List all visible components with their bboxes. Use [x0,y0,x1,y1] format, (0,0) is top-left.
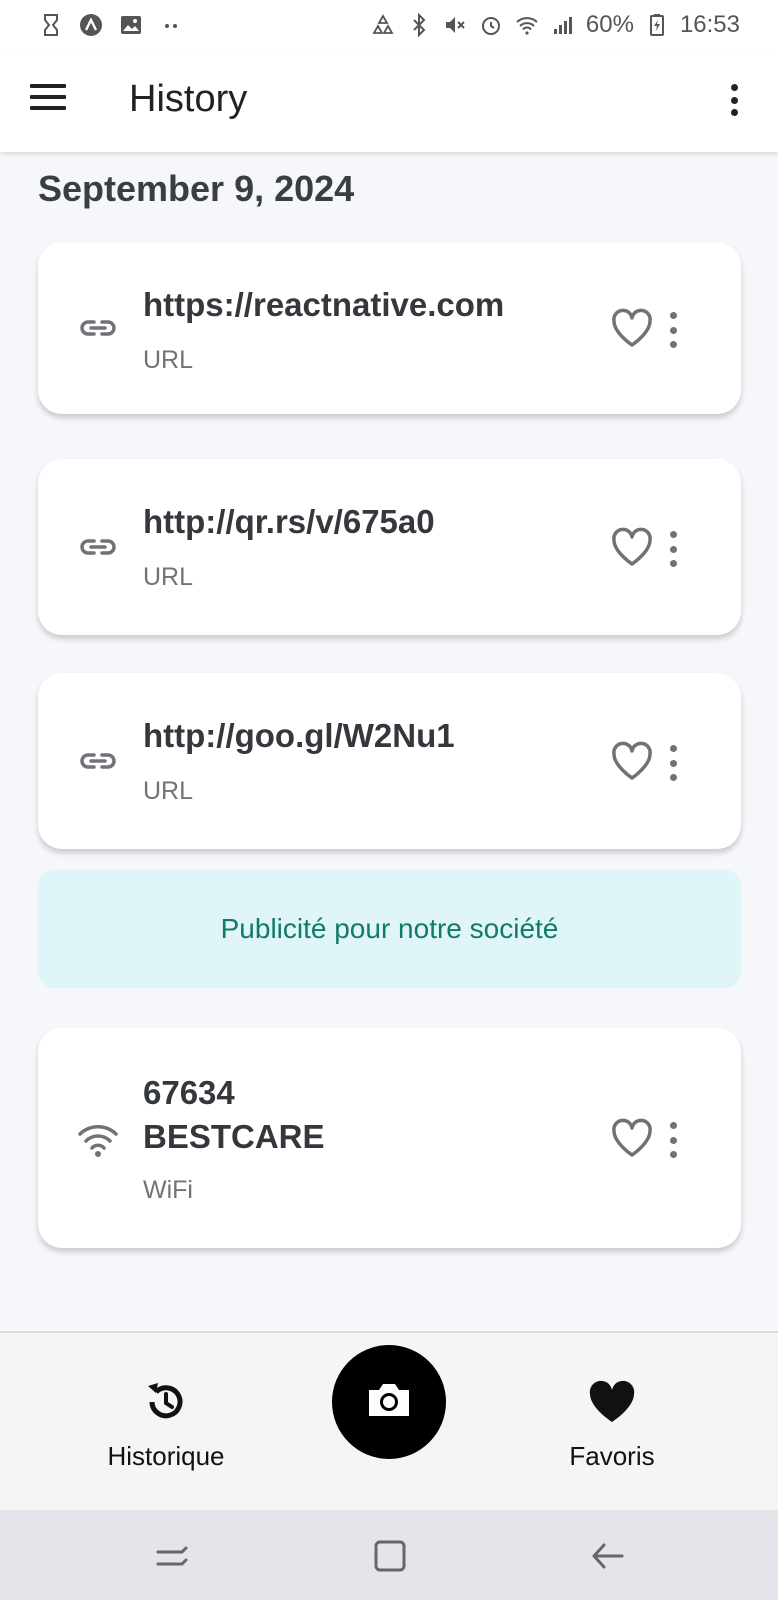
item-more-icon[interactable] [666,1122,680,1158]
more-notifications-icon [158,12,184,38]
history-item-title: http://goo.gl/W2Nu1 [143,717,455,754]
wifi-icon [76,1118,120,1162]
favorite-heart-icon[interactable] [610,308,654,348]
hourglass-icon [38,12,64,38]
recent-apps-icon[interactable] [152,1536,192,1576]
ad-banner-text: Publicité pour notre société [220,913,559,944]
history-item-type: URL [143,777,194,805]
date-header: September 9, 2024 [38,168,355,209]
history-item-title-line2: BESTCARE [143,1118,325,1155]
history-item-type: WiFi [143,1176,193,1204]
overflow-menu-icon[interactable] [724,80,744,120]
history-item[interactable]: http://qr.rs/v/675a0 URL [38,459,741,635]
history-item[interactable]: 67634 BESTCARE WiFi [38,1028,741,1248]
bluetooth-icon [406,12,432,38]
link-icon [76,306,120,350]
item-more-icon[interactable] [666,745,680,781]
history-item[interactable]: https://reactnative.com URL [38,242,741,414]
battery-percent: 60% [585,11,634,38]
alarm-icon [478,12,504,38]
tab-history[interactable]: Historique [96,1380,236,1472]
system-nav-bar [0,1510,778,1600]
tab-favorites-label: Favoris [569,1441,655,1471]
scan-camera-button[interactable] [332,1345,446,1459]
battery-icon [644,12,670,38]
history-item-title: https://reactnative.com [143,286,505,323]
app-notification-icon [78,12,104,38]
signal-icon [550,12,576,38]
tab-favorites[interactable]: Favoris [550,1380,674,1472]
favorite-heart-icon[interactable] [610,741,654,781]
link-icon [76,525,120,569]
wifi-status-icon [514,12,540,38]
item-more-icon[interactable] [666,312,680,348]
mute-icon [442,12,468,38]
tab-history-label: Historique [107,1441,225,1471]
status-bar: 60% 16:53 [0,0,778,50]
history-item-title-line1: 67634 [143,1074,235,1111]
camera-icon [365,1380,413,1425]
history-item-type: URL [143,346,194,374]
favorite-heart-icon[interactable] [610,1118,654,1158]
heart-filled-icon [588,1380,636,1429]
home-icon[interactable] [370,1536,410,1576]
link-icon [76,739,120,783]
history-icon [144,1380,188,1429]
favorite-heart-icon[interactable] [610,527,654,567]
back-icon[interactable] [588,1536,628,1576]
item-more-icon[interactable] [666,531,680,567]
page-title: History [129,78,248,120]
clock: 16:53 [679,11,740,38]
ad-banner[interactable]: Publicité pour notre société [38,870,741,988]
recycle-icon [370,12,396,38]
menu-icon[interactable] [30,84,66,112]
history-item[interactable]: http://goo.gl/W2Nu1 URL [38,673,741,849]
app-bar: History [0,50,778,152]
history-item-title: http://qr.rs/v/675a0 [143,503,435,540]
image-icon [118,12,144,38]
history-item-type: URL [143,563,194,591]
